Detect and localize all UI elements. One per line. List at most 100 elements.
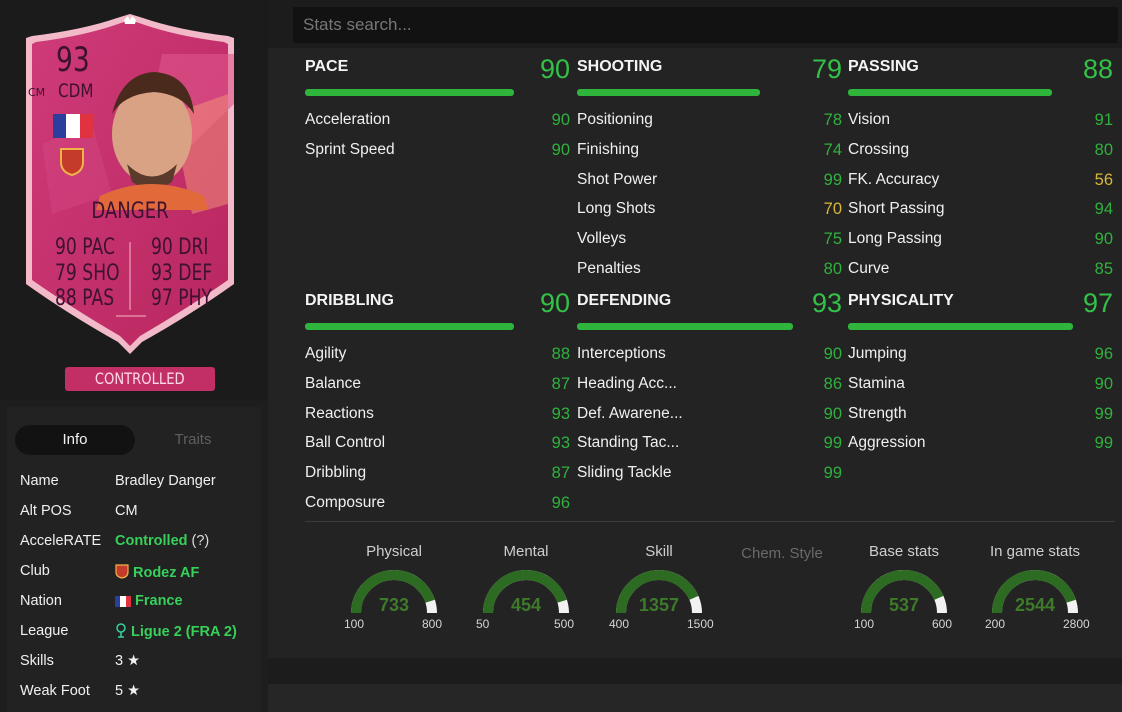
stat-name: Acceleration [305,111,391,128]
stat-name: Long Passing [848,230,942,248]
stat-name: Dribbling [305,464,367,482]
stat-name: Composure [305,494,386,511]
accelerate-badge: CONTROLLED [65,367,215,391]
stat-value: 56 [1094,170,1113,189]
card-rating: 93 [56,40,90,80]
stat-value: 74 [823,140,842,159]
gauge-max: 800 [422,617,443,631]
stat-name: Volleys [577,230,627,248]
stat-value: 90 [1094,374,1113,393]
stat-name: Positioning [577,111,653,128]
accelerate-link[interactable]: Controlled (?) [115,533,209,549]
stat-value: 80 [823,260,842,278]
card-stat-dri: 90 DRI [151,235,209,260]
bottom-panel [268,684,1122,712]
club-link[interactable]: Rodez AF [115,563,199,581]
category-value-physicality: 97 [1082,288,1113,318]
accelerate-hint[interactable]: (?) [192,533,210,549]
stat-value: 90 [1094,230,1113,249]
stat-value: 90 [823,404,842,423]
category-bar-defending [577,323,793,330]
stat-name: Heading Acc... [577,374,677,392]
info-row-weak-foot: Weak Foot 5 ★ [20,683,260,703]
info-value: CM [115,503,138,519]
gauge-value: 733 [378,595,410,615]
stat-value: 96 [551,494,570,512]
card-stat-pas: 88 PAS [55,286,115,311]
stat-value: 99 [1094,404,1113,423]
stat-value: 90 [551,111,570,129]
info-tabs: Info Traits [15,425,251,455]
star-icon: ★ [127,683,141,699]
info-row-accelerate: AcceleRATE Controlled (?) [20,533,260,553]
stat-name: Penalties [577,260,641,277]
stat-name: Interceptions [577,345,666,362]
player-card: 93 CM CDM DANGER 90 PAC 79 SHO 88 PAS 90… [0,0,268,400]
info-label: Skills [20,653,54,669]
category-value-shooting: 79 [811,54,842,84]
chem-style-label[interactable]: Chem. Style [722,545,842,562]
category-title-defending: DEFENDING [577,292,672,309]
stat-value: 96 [1094,345,1113,363]
gauge-value: 2544 [1014,595,1056,615]
league-logo-icon [116,623,126,638]
info-row-club: Club Rodez AF [20,563,260,583]
stat-value: 93 [551,404,570,423]
france-flag-icon [115,596,131,607]
stat-name: Strength [848,404,907,422]
stat-name: Long Shots [577,200,656,218]
gauge-min: 50 [476,617,490,631]
club-crest-icon [60,148,84,176]
gauge-label: Mental [503,543,549,560]
gauge-min: 100 [344,617,365,631]
gauge-label: In game stats [989,543,1081,560]
stat-name: Def. Awarene... [577,404,683,422]
stat-name: Short Passing [848,200,945,218]
stat-value: 87 [551,374,570,393]
stat-value: 85 [1094,260,1113,278]
gauge-max: 500 [554,617,575,631]
info-label: AcceleRATE [20,533,102,549]
tab-traits[interactable]: Traits [135,425,251,455]
gauge-value: 454 [510,595,542,615]
info-panel: Info Traits Name Bradley Danger Alt POS … [7,407,261,712]
info-row-league: League Ligue 2 (FRA 2) [20,623,260,643]
category-bar-shooting [577,89,760,96]
category-bar-pace [305,89,514,96]
league-link[interactable]: Ligue 2 (FRA 2) [115,623,237,640]
stat-value: 99 [823,464,842,483]
info-label: Club [20,563,50,579]
category-value-passing: 88 [1082,54,1113,84]
gauge-value: 537 [888,595,920,615]
france-flag-icon [53,114,93,138]
gauge-max: 1500 [687,617,714,631]
stat-name: Sliding Tackle [577,464,672,482]
stat-value: 88 [551,345,570,363]
stat-value: 90 [823,345,842,363]
info-label: Weak Foot [20,683,90,699]
stat-name: Shot Power [577,170,658,188]
category-title-passing: PASSING [848,58,919,75]
gauge-label: Base stats [868,543,940,560]
card-position: CDM [58,80,94,102]
gauge-min: 200 [985,617,1006,631]
stat-value: 70 [823,200,842,219]
card-shape [26,14,234,354]
stat-name: Jumping [848,345,907,362]
card-stat-phy: 97 PHY [151,286,213,311]
category-title-physicality: PHYSICALITY [848,292,954,309]
category-title-shooting: SHOOTING [577,58,663,75]
section-divider [305,521,1115,522]
stat-value: 78 [823,111,842,129]
stat-name: Reactions [305,404,374,422]
nation-link[interactable]: France [115,593,183,609]
stat-name: Agility [305,345,347,362]
category-bar-physicality [848,323,1073,330]
category-value-defending: 93 [811,288,842,318]
info-row-nation: Nation France [20,593,260,613]
stat-name: Finishing [577,140,640,158]
stat-value: 75 [823,230,842,249]
stats-search-input[interactable] [293,7,1118,43]
tab-info[interactable]: Info [15,425,135,455]
stat-value: 99 [823,170,842,189]
